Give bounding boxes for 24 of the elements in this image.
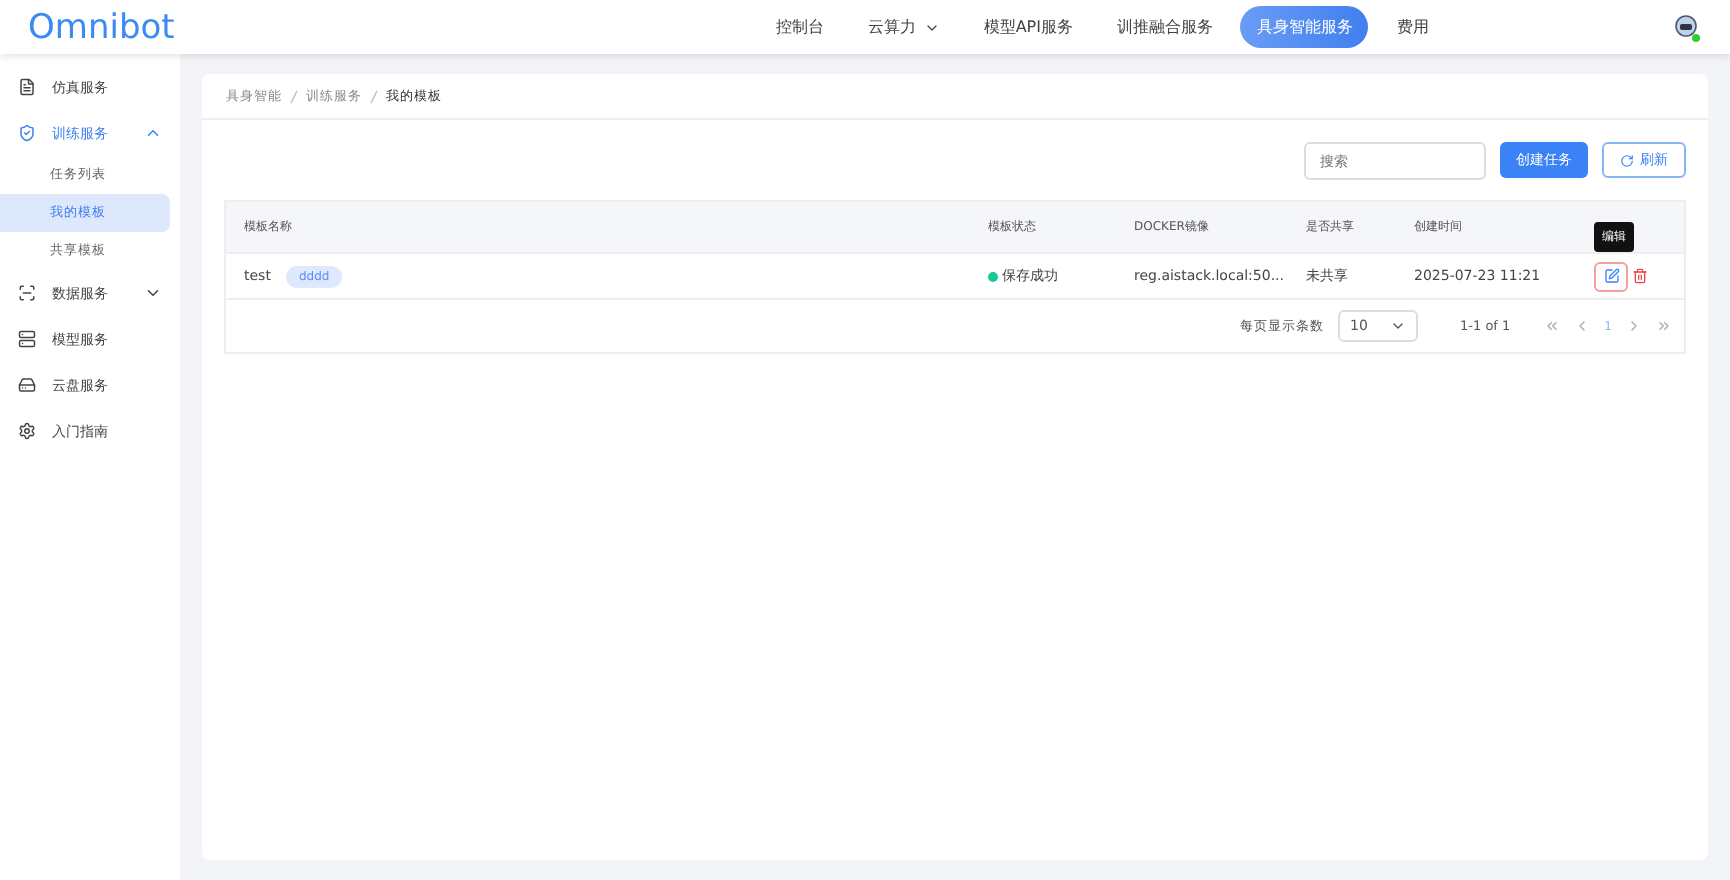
- breadcrumb-separator-icon: [290, 89, 298, 103]
- chevron-down-icon: [1390, 318, 1407, 334]
- last-page-icon[interactable]: [1656, 318, 1672, 334]
- robot-avatar-icon[interactable]: [1670, 11, 1702, 43]
- chevron-up-icon: [144, 124, 162, 142]
- nav-tab[interactable]: 控制台: [759, 6, 840, 48]
- nav-tab[interactable]: 模型API服务: [967, 6, 1089, 48]
- server-icon: [18, 330, 36, 348]
- document-icon: [18, 78, 36, 96]
- chevron-down-icon: [144, 284, 162, 302]
- edit-icon: [1603, 268, 1619, 284]
- next-page-icon[interactable]: [1626, 318, 1642, 334]
- refresh-icon: [1620, 153, 1634, 167]
- nav-tab[interactable]: 费用: [1380, 6, 1445, 48]
- nav-tab[interactable]: 训推融合服务: [1100, 6, 1229, 48]
- first-page-icon[interactable]: [1544, 318, 1561, 334]
- edit-button[interactable]: [1594, 261, 1628, 291]
- delete-icon[interactable]: [1632, 268, 1648, 284]
- shield-icon: [18, 124, 36, 142]
- drive-icon: [18, 376, 36, 394]
- nav-tab[interactable]: 云算力: [851, 6, 956, 48]
- scan-icon: [18, 284, 36, 302]
- breadcrumb-separator-icon: [370, 89, 378, 103]
- settings-icon: [18, 422, 36, 440]
